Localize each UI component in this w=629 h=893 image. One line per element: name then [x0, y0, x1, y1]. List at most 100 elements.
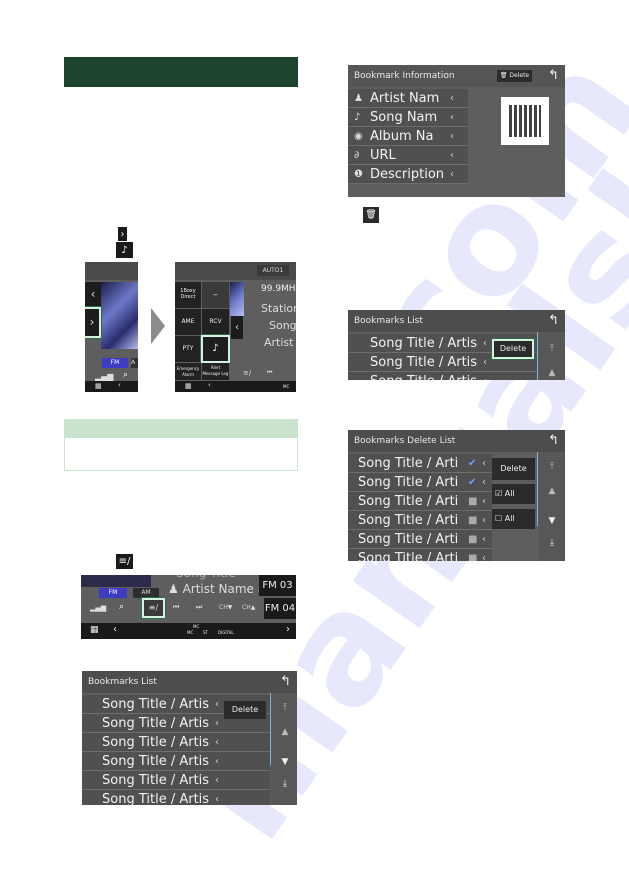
next-arrow-glyph: ›	[120, 228, 125, 240]
delete-button[interactable]: Delete	[224, 701, 266, 719]
prev-button[interactable]: ‹	[85, 282, 101, 307]
search-icon[interactable]: ⌕	[119, 602, 124, 612]
back-icon[interactable]: ↰	[280, 671, 291, 693]
band-fm-button[interactable]: FM	[102, 358, 128, 368]
checkbox-unchecked-icon[interactable]: ■	[468, 530, 477, 549]
checkbox-unchecked-icon[interactable]: ■	[468, 549, 477, 561]
list-item[interactable]: Song Title / Arti ✔ ‹	[348, 454, 492, 473]
checkbox-checked-icon[interactable]: ✔	[468, 454, 476, 473]
band-am-button[interactable]: AM	[133, 588, 159, 598]
equalizer-icon[interactable]: ▂▄▆	[90, 604, 106, 612]
info-field[interactable]: URL ∂ ‹	[348, 146, 468, 165]
chevron-left-icon[interactable]: ‹	[482, 473, 486, 492]
nav-forward-icon[interactable]: ›	[286, 624, 290, 635]
bookmark-list-button[interactable]: ≡/	[142, 598, 165, 618]
btn-ame[interactable]: AME	[175, 309, 201, 335]
menu-grid-icon[interactable]: ▦	[90, 625, 99, 635]
info-field[interactable]: Album Na ◉ ‹	[348, 127, 468, 146]
list-item[interactable]: Song Title / Arti ✔ ‹	[348, 473, 492, 492]
nav-back-icon[interactable]: ‹	[208, 381, 211, 389]
btn-alert-message-log[interactable]: Alert Message Log	[202, 363, 229, 380]
menu-grid-icon[interactable]: ▦	[185, 382, 192, 390]
prev-track-icon[interactable]: ⏮	[267, 369, 272, 377]
select-all-button[interactable]: ☑ All	[492, 484, 535, 504]
back-icon[interactable]: ↰	[548, 310, 559, 332]
search-icon[interactable]: ⌕	[123, 370, 128, 380]
chevron-left-icon[interactable]: ‹	[215, 752, 219, 771]
equalizer-icon[interactable]: ▂▄▆	[95, 372, 113, 381]
scroll-top-button[interactable]: ⤒	[538, 344, 565, 354]
checkbox-unchecked-icon[interactable]: ■	[468, 511, 477, 530]
preset-fm03[interactable]: FM 03	[259, 575, 296, 596]
scroll-up-button[interactable]: ▲	[271, 727, 297, 737]
chevron-left-icon[interactable]: ‹	[215, 790, 219, 805]
chevron-left-icon[interactable]: ‹	[215, 695, 219, 714]
list-item[interactable]: Song Title / Arti ■ ‹	[348, 492, 492, 511]
chevron-left-icon[interactable]: ‹	[450, 165, 454, 184]
scroll-bottom-button[interactable]: ⤓	[271, 779, 297, 789]
scroll-top-button[interactable]: ⤒	[538, 462, 565, 472]
list-item[interactable]: Song Title / Artis ‹	[82, 790, 270, 805]
checkbox-checked-icon[interactable]: ✔	[468, 473, 476, 492]
chevron-left-icon[interactable]: ‹	[483, 353, 487, 372]
back-icon[interactable]: ↰	[548, 65, 559, 87]
delete-button[interactable]: 🗑 Delete	[497, 70, 532, 82]
scroll-up-button[interactable]: ▲	[538, 486, 565, 496]
chevron-left-icon[interactable]: ‹	[482, 492, 486, 511]
nav-back-icon[interactable]: ‹	[118, 381, 121, 389]
chevron-left-icon[interactable]: ‹	[482, 454, 486, 473]
chevron-left-icon[interactable]: ‹	[450, 89, 454, 108]
chevron-left-icon[interactable]: ‹	[450, 146, 454, 165]
chevron-left-icon[interactable]: ‹	[483, 334, 487, 353]
preset-button[interactable]: AUTO1	[257, 265, 289, 276]
scroll-up-button[interactable]: ▲	[538, 368, 565, 378]
chevron-left-icon[interactable]: ‹	[215, 771, 219, 790]
chevron-left-icon[interactable]: ‹	[450, 108, 454, 127]
btn-pty[interactable]: PTY	[175, 336, 201, 362]
collapse-arrow[interactable]: ‹	[231, 316, 243, 339]
btn-bookmark[interactable]: ♪	[201, 335, 230, 363]
delete-button[interactable]: Delete	[492, 458, 535, 480]
qr-pattern	[509, 105, 541, 137]
band-fm-button[interactable]: FM	[99, 588, 127, 598]
deselect-all-button[interactable]: ☐ All	[492, 509, 535, 529]
btn-dash[interactable]: –	[202, 282, 229, 308]
btn-boxy-direct[interactable]: 1Boxy Direct	[175, 282, 201, 308]
info-field[interactable]: Description ❶ ‹	[348, 165, 468, 184]
bookmark-list-icon[interactable]: ≡/	[243, 369, 251, 377]
info-field[interactable]: Song Nam ♪ ‹	[348, 108, 468, 127]
list-item[interactable]: Song Title / Artis ‹	[82, 752, 270, 771]
info-field[interactable]: Artist Nam ♟ ‹	[348, 89, 468, 108]
checkbox-unchecked-icon[interactable]: ■	[468, 492, 477, 511]
scroll-down-button[interactable]: ▼	[271, 757, 297, 767]
chevron-left-icon[interactable]: ‹	[450, 127, 454, 146]
scroll-bottom-button[interactable]: ⤓	[538, 538, 565, 548]
menu-grid-icon[interactable]: ▦	[95, 382, 102, 390]
chevron-left-icon[interactable]: ‹	[482, 530, 486, 549]
chevron-left-icon[interactable]: ‹	[482, 549, 486, 561]
next-button[interactable]: ›	[85, 307, 101, 338]
next-track-button[interactable]: ⏭	[196, 603, 202, 612]
scroll-down-button[interactable]: ▼	[538, 516, 565, 526]
chevron-left-icon[interactable]: ‹	[483, 372, 487, 380]
list-item[interactable]: Song Title / Artis ‹	[82, 733, 270, 752]
list-item[interactable]: Song Title / Arti ■ ‹	[348, 530, 492, 549]
chevron-left-icon[interactable]: ‹	[215, 733, 219, 752]
channel-down-button[interactable]: CH▼	[219, 604, 232, 611]
channel-up-button[interactable]: CH▲	[242, 604, 255, 611]
band-am-button[interactable]: A	[131, 358, 138, 368]
prev-track-button[interactable]: ⏮	[173, 603, 179, 612]
chevron-left-icon[interactable]: ‹	[215, 714, 219, 733]
scroll-top-button[interactable]: ⤒	[271, 703, 297, 713]
delete-button[interactable]: Delete	[492, 339, 534, 359]
back-icon[interactable]: ↰	[548, 430, 559, 452]
btn-rcv[interactable]: RCV	[202, 309, 229, 335]
btn-emergency-alarm[interactable]: Emergency Alarm	[175, 363, 201, 380]
list-item[interactable]: Song Title / Artis ‹	[348, 372, 537, 380]
chevron-left-icon[interactable]: ‹	[482, 511, 486, 530]
list-item[interactable]: Song Title / Artis ‹	[82, 771, 270, 790]
list-item[interactable]: Song Title / Arti ■ ‹	[348, 549, 492, 561]
nav-back-icon[interactable]: ‹	[113, 624, 117, 635]
list-item[interactable]: Song Title / Arti ■ ‹	[348, 511, 492, 530]
preset-fm04[interactable]: FM 04	[264, 598, 296, 619]
